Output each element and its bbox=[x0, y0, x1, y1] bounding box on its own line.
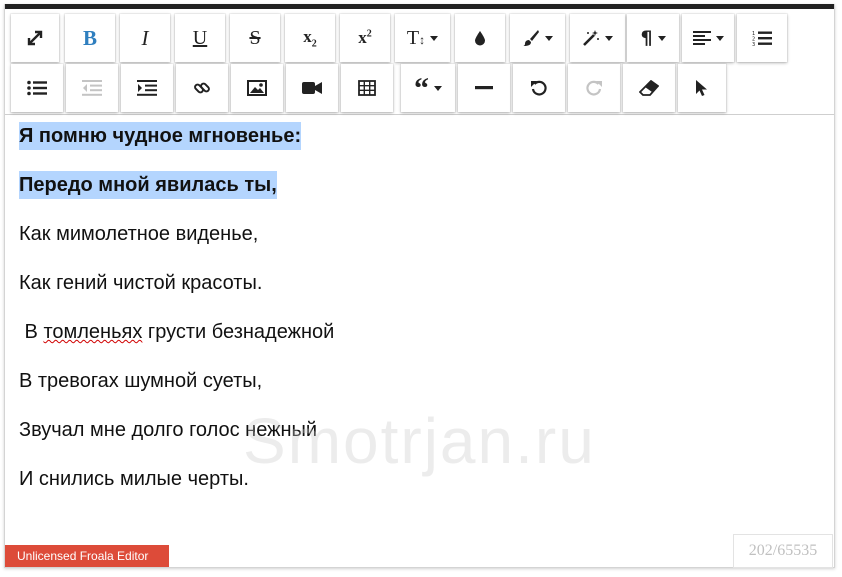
chevron-down-icon bbox=[715, 35, 724, 41]
underline-button[interactable]: U bbox=[175, 14, 225, 62]
undo-button[interactable] bbox=[513, 64, 565, 112]
expand-icon bbox=[27, 30, 43, 46]
pilcrow-icon: ¶ bbox=[640, 27, 653, 49]
selected-text: Я помню чудное мгновенье: bbox=[19, 122, 302, 150]
subscript-base: x bbox=[303, 26, 312, 46]
editor-toolbar: B I U S x2 x2 T↕ ¶ 1 2 3 “ bbox=[5, 9, 834, 115]
ordered-list-button[interactable]: 1 2 3 bbox=[737, 14, 787, 62]
clear-formatting-button[interactable] bbox=[623, 64, 675, 112]
fullscreen-button[interactable] bbox=[11, 14, 59, 62]
video-camera-icon bbox=[302, 82, 322, 94]
poem-line-5: В томленьях грусти безнадежной bbox=[19, 321, 335, 344]
insert-link-button[interactable] bbox=[176, 64, 228, 112]
paragraph-format-button[interactable]: ¶ bbox=[627, 14, 679, 62]
select-all-button[interactable] bbox=[678, 64, 726, 112]
insert-table-button[interactable] bbox=[341, 64, 393, 112]
underline-icon: U bbox=[192, 26, 208, 49]
chevron-down-icon bbox=[430, 35, 439, 41]
chevron-down-icon bbox=[657, 35, 666, 41]
editor-content[interactable]: Я помню чудное мгновенье: Передо мной яв… bbox=[19, 116, 824, 546]
horizontal-rule-icon bbox=[475, 86, 493, 90]
subscript-index: 2 bbox=[311, 38, 317, 50]
line-text: В bbox=[19, 321, 44, 343]
indent-button[interactable] bbox=[121, 64, 173, 112]
magic-wand-icon bbox=[583, 30, 599, 46]
chevron-down-icon bbox=[434, 85, 442, 91]
font-size-button[interactable]: T↕ bbox=[395, 14, 450, 62]
droplet-icon bbox=[475, 31, 485, 46]
froala-editor: B I U S x2 x2 T↕ ¶ 1 2 3 “ Я помню чудно… bbox=[4, 4, 835, 568]
misspelled-word: томленьях bbox=[43, 321, 143, 343]
poem-line-3: Как мимолетное виденье, bbox=[19, 223, 259, 245]
bold-button[interactable]: B bbox=[65, 14, 115, 62]
font-size-icon: T↕ bbox=[407, 27, 425, 50]
italic-icon: I bbox=[141, 25, 149, 50]
strikethrough-button[interactable]: S bbox=[230, 14, 280, 62]
superscript-icon: x2 bbox=[358, 28, 372, 48]
char-counter: 202/65535 bbox=[733, 534, 833, 568]
redo-icon bbox=[586, 80, 602, 96]
ordered-list-icon: 1 2 3 bbox=[752, 31, 772, 46]
outdent-icon bbox=[82, 80, 102, 96]
link-icon bbox=[194, 82, 210, 94]
svg-text:3: 3 bbox=[752, 42, 755, 46]
license-banner[interactable]: Unlicensed Froala Editor bbox=[5, 545, 169, 567]
italic-button[interactable]: I bbox=[120, 14, 170, 62]
poem-line-4: Как гений чистой красоты. bbox=[19, 272, 263, 294]
insert-image-button[interactable] bbox=[231, 64, 283, 112]
eraser-icon bbox=[639, 80, 659, 96]
unordered-list-icon bbox=[27, 80, 47, 96]
table-icon bbox=[358, 80, 376, 96]
redo-button[interactable] bbox=[568, 64, 620, 112]
color-button[interactable] bbox=[455, 14, 505, 62]
watermark: Smotrjan.ru bbox=[243, 405, 596, 477]
selected-text: Передо мной явилась ты, bbox=[19, 171, 277, 199]
superscript-base: x bbox=[358, 28, 367, 47]
bold-icon: B bbox=[82, 25, 97, 50]
image-icon bbox=[247, 80, 267, 96]
poem-line-8: И снились милые черты. bbox=[19, 468, 249, 490]
poem-line-2: Передо мной явилась ты, bbox=[19, 171, 277, 199]
align-button[interactable] bbox=[682, 14, 734, 62]
chevron-down-icon bbox=[545, 35, 553, 41]
superscript-index: 2 bbox=[366, 28, 372, 40]
subscript-icon: x2 bbox=[303, 27, 317, 49]
quote-button[interactable]: “ bbox=[401, 64, 455, 112]
superscript-button[interactable]: x2 bbox=[340, 14, 390, 62]
subscript-button[interactable]: x2 bbox=[285, 14, 335, 62]
indent-icon bbox=[137, 80, 157, 96]
cursor-icon bbox=[696, 80, 707, 96]
poem-line-6: В тревогах шумной суеты, bbox=[19, 370, 263, 392]
align-left-icon bbox=[692, 31, 711, 45]
undo-icon bbox=[531, 80, 547, 96]
outdent-button[interactable] bbox=[66, 64, 118, 112]
line-text: грусти безнадежной bbox=[142, 321, 335, 343]
font-size-arrows-icon: ↕ bbox=[419, 32, 426, 47]
font-size-glyph: T bbox=[406, 26, 420, 49]
poem-line-1: Я помню чудное мгновенье: bbox=[19, 122, 302, 150]
chevron-down-icon bbox=[605, 35, 613, 41]
strikethrough-icon: S bbox=[249, 26, 261, 49]
quote-icon: “ bbox=[414, 72, 429, 105]
paragraph-style-button[interactable] bbox=[510, 14, 565, 62]
brush-icon bbox=[523, 30, 539, 46]
insert-hr-button[interactable] bbox=[458, 64, 510, 112]
inline-style-button[interactable] bbox=[570, 14, 625, 62]
insert-video-button[interactable] bbox=[286, 64, 338, 112]
unordered-list-button[interactable] bbox=[11, 64, 63, 112]
